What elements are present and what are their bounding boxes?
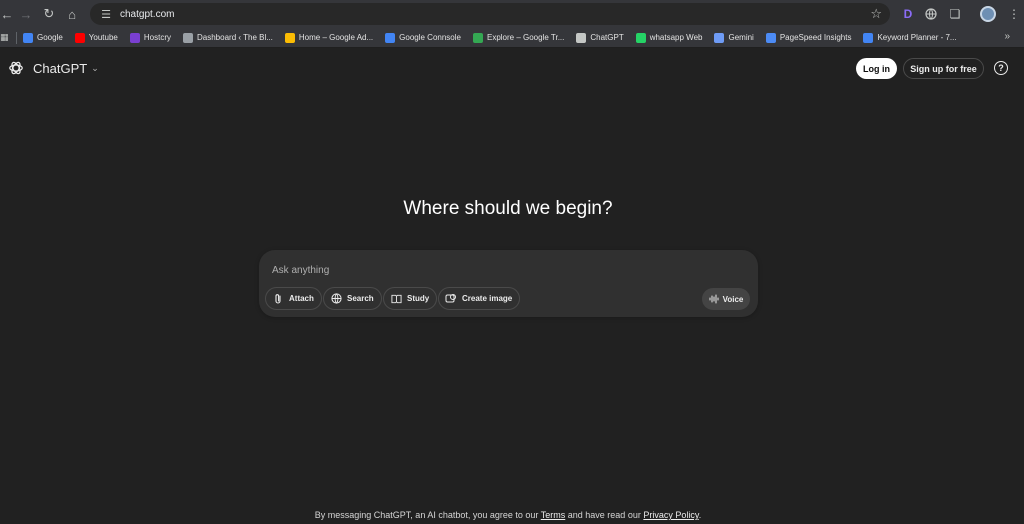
study-label: Study [407, 294, 430, 303]
bookmark-item[interactable]: Google [23, 32, 63, 43]
hostcry-icon [129, 32, 140, 43]
bookmark-star-icon[interactable]: ☆ [870, 6, 882, 22]
bookmark-item[interactable]: Keyword Planner - 7... [863, 32, 957, 43]
browser-toolbar: ← → ↻ ⌂ ☰ chatgpt.com ☆ D ❏ ⋮ [0, 0, 1024, 28]
extension-globe-icon[interactable] [921, 4, 941, 24]
paperclip-icon [272, 293, 284, 305]
pagespeed-icon [765, 32, 776, 43]
extensions-puzzle-icon[interactable]: ❏ [945, 4, 965, 24]
bookmark-item[interactable]: ChatGPT [576, 32, 624, 43]
google-icon [23, 32, 33, 43]
bookmark-item[interactable]: whatsapp Web [635, 32, 703, 43]
profile-avatar[interactable] [978, 4, 998, 24]
bookmark-item[interactable]: Home – Google Ad... [284, 32, 374, 43]
dashboard-icon [183, 32, 193, 43]
more-bookmarks-icon[interactable]: » [1004, 31, 1010, 42]
model-selector[interactable]: ChatGPT ⌄ [8, 60, 99, 76]
bookmark-item[interactable]: Youtube [74, 32, 118, 43]
globe-icon [330, 293, 342, 305]
page-headline: Where should we begin? [403, 198, 613, 219]
bookmarks-bar: ▦ Google Youtube Hostcry Dashboard ‹ The Bl… [0, 28, 1024, 48]
bookmark-item[interactable]: Gemini [714, 32, 754, 43]
signup-button[interactable]: Sign up for free [903, 58, 984, 79]
search-button[interactable]: Search [323, 287, 382, 310]
bookmark-label: whatsapp Web [649, 33, 703, 42]
bookmark-label: Google [37, 33, 63, 42]
bookmark-item[interactable]: Explore – Google Tr... [472, 32, 565, 43]
voice-button[interactable]: Voice [702, 288, 750, 310]
legal-footer: By messaging ChatGPT, an AI chatbot, you… [0, 510, 1016, 520]
address-bar[interactable]: ☰ chatgpt.com ☆ [90, 3, 890, 25]
footer-suffix: . [698, 510, 702, 520]
home-icon[interactable]: ⌂ [61, 3, 83, 25]
help-button[interactable]: ? [994, 61, 1008, 75]
bookmark-label: Keyword Planner - 7... [877, 33, 957, 42]
search-label: Search [347, 294, 374, 303]
menu-kebab-icon[interactable]: ⋮ [1004, 4, 1024, 24]
create-image-button[interactable]: Create image [438, 287, 521, 310]
keyword-planner-icon [863, 32, 874, 43]
extension-d-icon[interactable]: D [898, 4, 918, 24]
bookmark-item[interactable]: Dashboard ‹ The Bl... [183, 32, 273, 43]
composer: Attach Search Study Create image Voice [259, 250, 758, 317]
forward-icon[interactable]: → [15, 3, 37, 25]
bookmark-label: Youtube [88, 33, 118, 42]
bookmark-item[interactable]: Google Connsole [385, 32, 461, 43]
bookmark-list: Google Youtube Hostcry Dashboard ‹ The Bl..… [23, 32, 969, 43]
footer-middle: and have read our [567, 510, 641, 520]
url-text[interactable]: chatgpt.com [120, 9, 174, 20]
bookmark-label: Gemini [728, 33, 754, 42]
bookmark-label: PageSpeed Insights [779, 33, 852, 42]
study-button[interactable]: Study [383, 287, 438, 310]
bookmark-label: Google Connsole [399, 33, 461, 42]
voice-label: Voice [722, 294, 744, 304]
google-ads-icon [284, 32, 295, 43]
attach-label: Attach [289, 294, 314, 303]
footer-prefix: By messaging ChatGPT, an AI chatbot, you… [314, 510, 539, 520]
chatgpt-logo-icon [9, 61, 23, 75]
chevron-down-icon: ⌄ [91, 62, 99, 73]
prompt-input[interactable] [272, 262, 742, 278]
create-image-label: Create image [462, 294, 513, 303]
image-icon [445, 293, 457, 305]
reload-icon[interactable]: ↻ [38, 3, 60, 25]
brand-name: ChatGPT [33, 60, 88, 76]
bookmark-item[interactable]: PageSpeed Insights [765, 32, 852, 43]
login-button[interactable]: Log in [856, 58, 897, 79]
whatsapp-icon [635, 32, 646, 43]
waveform-icon [709, 294, 719, 304]
bookmark-label: Explore – Google Tr... [486, 33, 565, 42]
apps-grid-icon[interactable]: ▦ [0, 32, 12, 43]
privacy-policy-link[interactable]: Privacy Policy [643, 510, 698, 520]
gemini-icon [714, 32, 725, 43]
bookmark-label: Dashboard ‹ The Bl... [197, 33, 273, 42]
terms-link[interactable]: Terms [541, 510, 566, 520]
search-console-icon [385, 32, 396, 43]
bookmarks-divider [16, 31, 17, 44]
bookmark-label: ChatGPT [590, 33, 624, 42]
book-icon [390, 293, 402, 305]
google-trends-icon [472, 32, 483, 43]
chatgpt-icon [576, 32, 587, 43]
bookmark-label: Home – Google Ad... [298, 33, 374, 42]
bookmark-item[interactable]: Hostcry [129, 32, 171, 43]
bookmark-label: Hostcry [143, 33, 171, 42]
youtube-icon [74, 32, 85, 43]
site-settings-icon[interactable]: ☰ [96, 8, 116, 21]
attach-button[interactable]: Attach [265, 287, 322, 310]
